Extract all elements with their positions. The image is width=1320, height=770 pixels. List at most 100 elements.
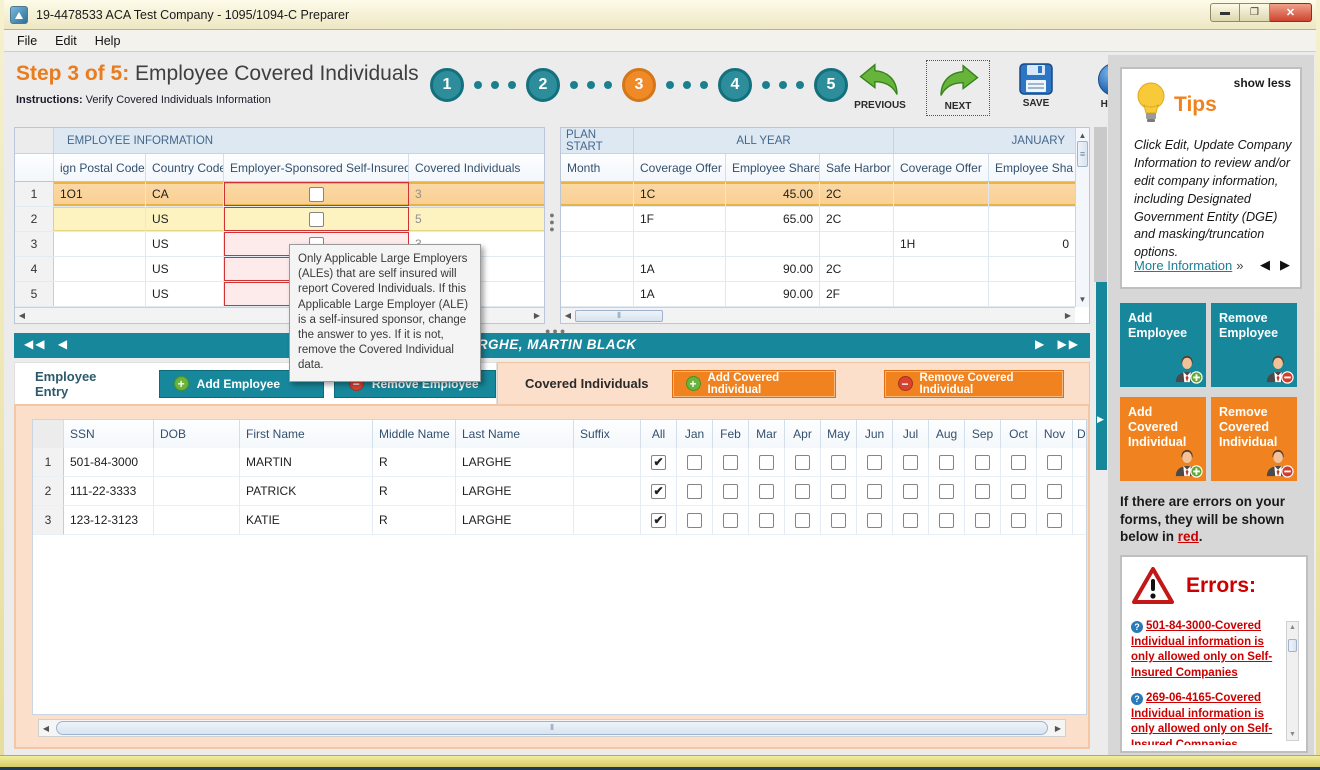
middle-name-cell[interactable]: R	[373, 448, 456, 477]
month-checkbox[interactable]	[1011, 484, 1026, 499]
month-checkbox[interactable]	[867, 484, 882, 499]
column-header-employee-share[interactable]: Employee Share	[726, 154, 820, 181]
table-row[interactable]: 1A 90.00 2F	[561, 282, 1075, 307]
error-link[interactable]: ?269-06-4165-Covered Individual informat…	[1131, 691, 1280, 745]
employee-share-cell[interactable]	[726, 232, 820, 256]
month-cell[interactable]	[561, 182, 634, 206]
column-header-coverage-offer-jan[interactable]: Coverage Offer	[894, 154, 989, 181]
table-row[interactable]: 2 US 5	[15, 207, 544, 232]
last-name-cell[interactable]: LARGHE	[456, 448, 574, 477]
column-header-oct[interactable]: Oct	[1001, 420, 1037, 448]
month-checkbox[interactable]	[975, 484, 990, 499]
close-button[interactable]: ✕	[1270, 3, 1312, 22]
coverage-offer-jan-cell[interactable]	[894, 207, 989, 231]
horizontal-scrollbar[interactable]: ◀ ⦀ ▶	[561, 307, 1075, 323]
month-cell[interactable]	[561, 232, 634, 256]
table-row[interactable]: 3 123-12-3123 KATIE R LARGHE ✔	[33, 506, 1086, 535]
month-checkbox[interactable]	[795, 484, 810, 499]
remove-covered-individual-button[interactable]: − Remove Covered Individual	[885, 371, 1063, 397]
employee-share-cell[interactable]: 45.00	[726, 182, 820, 206]
previous-button[interactable]: PREVIOUS	[848, 60, 912, 114]
middle-name-cell[interactable]: R	[373, 477, 456, 506]
employee-share-cell[interactable]: 90.00	[726, 257, 820, 281]
safe-harbor-cell[interactable]: 2F	[820, 282, 894, 306]
month-checkbox[interactable]	[831, 484, 846, 499]
coverage-offer-cell[interactable]: 1F	[634, 207, 726, 231]
coverage-offer-cell[interactable]: 1A	[634, 282, 726, 306]
sidebar-add-covered-individual-button[interactable]: Add Covered Individual	[1120, 397, 1206, 481]
scroll-left-arrow[interactable]: ◀	[15, 311, 29, 320]
month-checkbox[interactable]	[759, 484, 774, 499]
scroll-right-arrow[interactable]: ▶	[1061, 311, 1075, 320]
coverage-offer-jan-cell[interactable]	[894, 182, 989, 206]
add-covered-individual-button[interactable]: + Add Covered Individual	[673, 371, 835, 397]
postal-code-cell[interactable]	[54, 257, 146, 281]
column-header-month[interactable]: Month	[561, 154, 634, 181]
coverage-offer-cell[interactable]: 1C	[634, 182, 726, 206]
column-header-covered-individuals[interactable]: Covered Individuals	[409, 154, 544, 181]
table-row[interactable]: 1F 65.00 2C	[561, 207, 1075, 232]
column-header-mar[interactable]: Mar	[749, 420, 785, 448]
last-name-cell[interactable]: LARGHE	[456, 477, 574, 506]
scroll-right-arrow[interactable]: ▶	[530, 311, 544, 320]
scrollbar-thumb[interactable]: ≡	[1077, 141, 1088, 167]
show-less-link[interactable]: show less	[1234, 76, 1291, 90]
all-months-checkbox[interactable]: ✔	[651, 484, 666, 499]
column-header-may[interactable]: May	[821, 420, 857, 448]
scroll-left-arrow[interactable]: ◀	[561, 311, 575, 320]
coverage-offer-jan-cell[interactable]	[894, 282, 989, 306]
error-link[interactable]: ?501-84-3000-Covered Individual informat…	[1131, 619, 1280, 681]
table-row[interactable]: 1A 90.00 2C	[561, 257, 1075, 282]
column-header-jul[interactable]: Jul	[893, 420, 929, 448]
column-header-middle-name[interactable]: Middle Name	[373, 420, 456, 448]
month-checkbox[interactable]	[795, 455, 810, 470]
save-button[interactable]: SAVE	[1004, 60, 1068, 112]
menu-help[interactable]: Help	[86, 32, 130, 50]
employee-share-cell[interactable]: 65.00	[726, 207, 820, 231]
month-checkbox[interactable]	[831, 455, 846, 470]
scroll-right-arrow[interactable]: ▶	[1051, 724, 1065, 733]
month-checkbox[interactable]	[903, 455, 918, 470]
self-insured-cell[interactable]	[224, 182, 409, 206]
safe-harbor-cell[interactable]: 2C	[820, 207, 894, 231]
column-header-last-name[interactable]: Last Name	[456, 420, 574, 448]
column-header-first-name[interactable]: First Name	[240, 420, 373, 448]
column-header-jun[interactable]: Jun	[857, 420, 893, 448]
employee-share-jan-cell[interactable]	[989, 207, 1075, 231]
table-row[interactable]: 2 111-22-3333 PATRICK R LARGHE ✔	[33, 477, 1086, 506]
more-information-link[interactable]: More Information	[1134, 258, 1232, 273]
employee-share-jan-cell[interactable]	[989, 257, 1075, 281]
month-checkbox[interactable]	[795, 513, 810, 528]
column-header-safe-harbor[interactable]: Safe Harbor	[820, 154, 894, 181]
table-row[interactable]: 1 501-84-3000 MARTIN R LARGHE ✔	[33, 448, 1086, 477]
employee-share-jan-cell[interactable]	[989, 182, 1075, 206]
dob-cell[interactable]	[154, 506, 240, 535]
postal-code-cell[interactable]	[54, 282, 146, 306]
country-code-cell[interactable]: US	[146, 207, 224, 231]
month-checkbox[interactable]	[687, 513, 702, 528]
self-insured-checkbox[interactable]	[309, 212, 324, 227]
month-checkbox[interactable]	[1011, 513, 1026, 528]
column-header-all[interactable]: All	[641, 420, 677, 448]
column-header-ssn[interactable]: SSN	[64, 420, 154, 448]
next-record-button[interactable]: ▶	[1035, 337, 1046, 351]
self-insured-checkbox[interactable]	[309, 187, 324, 202]
scroll-down-arrow[interactable]: ▼	[1289, 731, 1296, 738]
country-code-cell[interactable]: CA	[146, 182, 224, 206]
all-months-checkbox[interactable]: ✔	[651, 513, 666, 528]
month-cell[interactable]	[561, 257, 634, 281]
safe-harbor-cell[interactable]	[820, 232, 894, 256]
menu-file[interactable]: File	[8, 32, 46, 50]
postal-code-cell[interactable]	[54, 207, 146, 231]
month-checkbox[interactable]	[939, 484, 954, 499]
first-name-cell[interactable]: PATRICK	[240, 477, 373, 506]
suffix-cell[interactable]	[574, 477, 641, 506]
coverage-offer-cell[interactable]: 1A	[634, 257, 726, 281]
column-header-apr[interactable]: Apr	[785, 420, 821, 448]
coverage-offer-cell[interactable]	[634, 232, 726, 256]
ssn-cell[interactable]: 501-84-3000	[64, 448, 154, 477]
month-cell[interactable]	[561, 207, 634, 231]
safe-harbor-cell[interactable]: 2C	[820, 257, 894, 281]
scroll-down-arrow[interactable]: ▼	[1079, 295, 1087, 304]
ssn-cell[interactable]: 111-22-3333	[64, 477, 154, 506]
